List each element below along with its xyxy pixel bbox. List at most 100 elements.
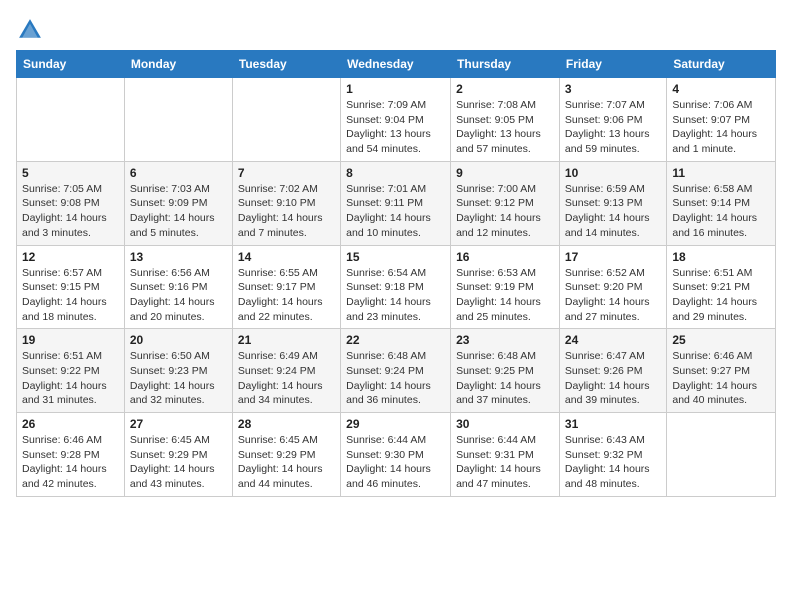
calendar-cell: 21 Sunrise: 6:49 AM Sunset: 9:24 PM Dayli… xyxy=(232,329,340,413)
calendar-cell: 2 Sunrise: 7:08 AM Sunset: 9:05 PM Daylig… xyxy=(451,78,560,162)
day-number: 16 xyxy=(456,250,554,264)
calendar-cell: 25 Sunrise: 6:46 AM Sunset: 9:27 PM Dayli… xyxy=(667,329,776,413)
calendar-cell: 20 Sunrise: 6:50 AM Sunset: 9:23 PM Dayli… xyxy=(124,329,232,413)
day-info: Sunrise: 6:53 AM Sunset: 9:19 PM Dayligh… xyxy=(456,266,554,325)
day-number: 25 xyxy=(672,333,770,347)
calendar-cell: 16 Sunrise: 6:53 AM Sunset: 9:19 PM Dayli… xyxy=(451,245,560,329)
header-saturday: Saturday xyxy=(667,51,776,78)
day-info: Sunrise: 6:45 AM Sunset: 9:29 PM Dayligh… xyxy=(130,433,227,492)
calendar-cell: 8Sunrise: 7:01 AM Sunset: 9:11 PM Daylig… xyxy=(341,161,451,245)
calendar-cell: 1Sunrise: 7:09 AM Sunset: 9:04 PM Daylig… xyxy=(341,78,451,162)
calendar-cell: 24 Sunrise: 6:47 AM Sunset: 9:26 PM Dayli… xyxy=(559,329,666,413)
day-info: Sunrise: 6:55 AM Sunset: 9:17 PM Dayligh… xyxy=(238,266,335,325)
calendar-cell: 12 Sunrise: 6:57 AM Sunset: 9:15 PM Dayli… xyxy=(17,245,125,329)
calendar-cell: 15 Sunrise: 6:54 AM Sunset: 9:18 PM Dayli… xyxy=(341,245,451,329)
calendar-cell: 30 Sunrise: 6:44 AM Sunset: 9:31 PM Dayli… xyxy=(451,413,560,497)
day-number: 13 xyxy=(130,250,227,264)
day-number: 14 xyxy=(238,250,335,264)
day-number: 24 xyxy=(565,333,661,347)
day-info: Sunrise: 6:46 AM Sunset: 9:28 PM Dayligh… xyxy=(22,433,119,492)
day-number: 4 xyxy=(672,82,770,96)
calendar-cell: 10 Sunrise: 6:59 AM Sunset: 9:13 PM Dayli… xyxy=(559,161,666,245)
day-info: Sunrise: 6:57 AM Sunset: 9:15 PM Dayligh… xyxy=(22,266,119,325)
calendar-cell: 5Sunrise: 7:05 AM Sunset: 9:08 PM Daylig… xyxy=(17,161,125,245)
day-number: 7 xyxy=(238,166,335,180)
calendar-cell: 18 Sunrise: 6:51 AM Sunset: 9:21 PM Dayli… xyxy=(667,245,776,329)
logo xyxy=(16,16,48,44)
day-number: 29 xyxy=(346,417,445,431)
calendar-cell: 4 Sunrise: 7:06 AM Sunset: 9:07 PM Daylig… xyxy=(667,78,776,162)
header-sunday: Sunday xyxy=(17,51,125,78)
day-info: Sunrise: 7:03 AM Sunset: 9:09 PM Dayligh… xyxy=(130,182,227,241)
calendar-cell: 9 Sunrise: 7:00 AM Sunset: 9:12 PM Daylig… xyxy=(451,161,560,245)
day-info: Sunrise: 6:48 AM Sunset: 9:24 PM Dayligh… xyxy=(346,349,445,408)
day-info: Sunrise: 6:43 AM Sunset: 9:32 PM Dayligh… xyxy=(565,433,661,492)
day-info: Sunrise: 6:48 AM Sunset: 9:25 PM Dayligh… xyxy=(456,349,554,408)
calendar-cell: 27Sunrise: 6:45 AM Sunset: 9:29 PM Dayli… xyxy=(124,413,232,497)
calendar-cell xyxy=(17,78,125,162)
calendar-cell: 26 Sunrise: 6:46 AM Sunset: 9:28 PM Dayli… xyxy=(17,413,125,497)
day-info: Sunrise: 6:51 AM Sunset: 9:21 PM Dayligh… xyxy=(672,266,770,325)
day-info: Sunrise: 6:50 AM Sunset: 9:23 PM Dayligh… xyxy=(130,349,227,408)
day-number: 1 xyxy=(346,82,445,96)
calendar-week-row: 1Sunrise: 7:09 AM Sunset: 9:04 PM Daylig… xyxy=(17,78,776,162)
day-info: Sunrise: 6:51 AM Sunset: 9:22 PM Dayligh… xyxy=(22,349,119,408)
day-number: 3 xyxy=(565,82,661,96)
calendar-cell xyxy=(124,78,232,162)
calendar-cell: 3 Sunrise: 7:07 AM Sunset: 9:06 PM Daylig… xyxy=(559,78,666,162)
day-info: Sunrise: 6:59 AM Sunset: 9:13 PM Dayligh… xyxy=(565,182,661,241)
day-info: Sunrise: 6:46 AM Sunset: 9:27 PM Dayligh… xyxy=(672,349,770,408)
calendar-cell xyxy=(667,413,776,497)
day-number: 12 xyxy=(22,250,119,264)
calendar-cell: 31 Sunrise: 6:43 AM Sunset: 9:32 PM Dayli… xyxy=(559,413,666,497)
day-number: 15 xyxy=(346,250,445,264)
calendar-cell: 22 Sunrise: 6:48 AM Sunset: 9:24 PM Dayli… xyxy=(341,329,451,413)
calendar-cell: 6 Sunrise: 7:03 AM Sunset: 9:09 PM Daylig… xyxy=(124,161,232,245)
day-number: 31 xyxy=(565,417,661,431)
day-number: 22 xyxy=(346,333,445,347)
page-header xyxy=(16,16,776,44)
day-info: Sunrise: 6:44 AM Sunset: 9:30 PM Dayligh… xyxy=(346,433,445,492)
day-info: Sunrise: 6:47 AM Sunset: 9:26 PM Dayligh… xyxy=(565,349,661,408)
day-info: Sunrise: 6:44 AM Sunset: 9:31 PM Dayligh… xyxy=(456,433,554,492)
calendar-cell: 11Sunrise: 6:58 AM Sunset: 9:14 PM Dayli… xyxy=(667,161,776,245)
day-number: 17 xyxy=(565,250,661,264)
day-number: 26 xyxy=(22,417,119,431)
day-number: 19 xyxy=(22,333,119,347)
calendar-week-row: 12 Sunrise: 6:57 AM Sunset: 9:15 PM Dayli… xyxy=(17,245,776,329)
calendar-cell: 7Sunrise: 7:02 AM Sunset: 9:10 PM Daylig… xyxy=(232,161,340,245)
calendar-header-row: SundayMondayTuesdayWednesdayThursdayFrid… xyxy=(17,51,776,78)
day-number: 21 xyxy=(238,333,335,347)
day-info: Sunrise: 7:08 AM Sunset: 9:05 PM Dayligh… xyxy=(456,98,554,157)
day-number: 9 xyxy=(456,166,554,180)
calendar-week-row: 26 Sunrise: 6:46 AM Sunset: 9:28 PM Dayli… xyxy=(17,413,776,497)
calendar-cell: 13Sunrise: 6:56 AM Sunset: 9:16 PM Dayli… xyxy=(124,245,232,329)
calendar-week-row: 19 Sunrise: 6:51 AM Sunset: 9:22 PM Dayli… xyxy=(17,329,776,413)
calendar-cell: 29 Sunrise: 6:44 AM Sunset: 9:30 PM Dayli… xyxy=(341,413,451,497)
day-info: Sunrise: 7:06 AM Sunset: 9:07 PM Dayligh… xyxy=(672,98,770,157)
day-number: 20 xyxy=(130,333,227,347)
logo-icon xyxy=(16,16,44,44)
header-tuesday: Tuesday xyxy=(232,51,340,78)
day-number: 6 xyxy=(130,166,227,180)
day-info: Sunrise: 7:00 AM Sunset: 9:12 PM Dayligh… xyxy=(456,182,554,241)
day-info: Sunrise: 6:49 AM Sunset: 9:24 PM Dayligh… xyxy=(238,349,335,408)
day-number: 10 xyxy=(565,166,661,180)
day-number: 5 xyxy=(22,166,119,180)
calendar-week-row: 5Sunrise: 7:05 AM Sunset: 9:08 PM Daylig… xyxy=(17,161,776,245)
day-number: 11 xyxy=(672,166,770,180)
header-wednesday: Wednesday xyxy=(341,51,451,78)
day-info: Sunrise: 6:54 AM Sunset: 9:18 PM Dayligh… xyxy=(346,266,445,325)
calendar-cell xyxy=(232,78,340,162)
day-info: Sunrise: 7:07 AM Sunset: 9:06 PM Dayligh… xyxy=(565,98,661,157)
day-number: 30 xyxy=(456,417,554,431)
day-number: 28 xyxy=(238,417,335,431)
header-friday: Friday xyxy=(559,51,666,78)
day-number: 18 xyxy=(672,250,770,264)
header-monday: Monday xyxy=(124,51,232,78)
day-info: Sunrise: 6:52 AM Sunset: 9:20 PM Dayligh… xyxy=(565,266,661,325)
calendar-cell: 17 Sunrise: 6:52 AM Sunset: 9:20 PM Dayli… xyxy=(559,245,666,329)
calendar-cell: 14 Sunrise: 6:55 AM Sunset: 9:17 PM Dayli… xyxy=(232,245,340,329)
day-number: 2 xyxy=(456,82,554,96)
calendar-cell: 23Sunrise: 6:48 AM Sunset: 9:25 PM Dayli… xyxy=(451,329,560,413)
